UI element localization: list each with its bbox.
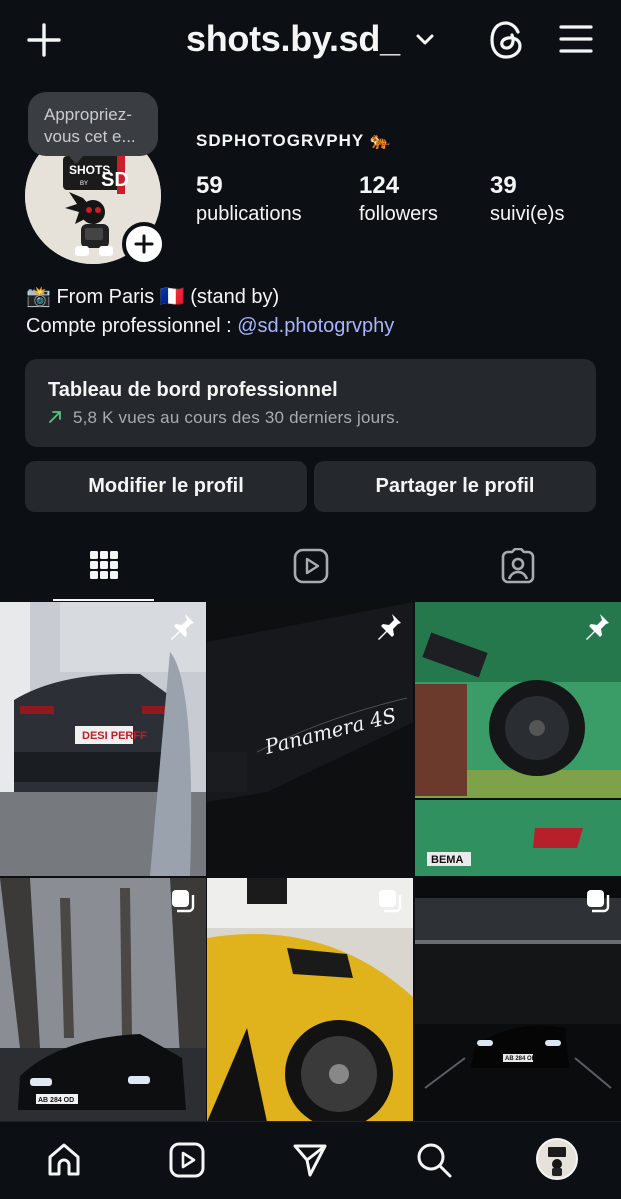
logo-text-sd: SD <box>101 169 129 191</box>
stat-value: 124 <box>359 172 400 199</box>
stat-label: publications <box>196 203 302 225</box>
bio-link[interactable]: @sd.photogrvphy <box>237 315 394 337</box>
carousel-icon <box>170 888 196 919</box>
grid-post[interactable] <box>207 878 413 1122</box>
direct-icon[interactable] <box>290 1140 330 1180</box>
stat-value: 59 <box>196 172 223 199</box>
bio-line-1: 📸 From Paris 🇫🇷 (stand by) <box>26 286 280 308</box>
add-story-button[interactable] <box>122 222 166 266</box>
bottom-navigation <box>0 1121 621 1199</box>
profile-tabs <box>0 544 621 601</box>
home-icon[interactable] <box>44 1140 84 1180</box>
license-plate: AB 284 OD <box>505 1056 537 1062</box>
edit-profile-button[interactable]: Modifier le profil <box>25 461 307 512</box>
tab-grid[interactable] <box>0 544 207 601</box>
tooltip-line-1: Appropriez- <box>44 105 132 124</box>
tab-reels[interactable] <box>207 544 414 601</box>
stat-label: suivi(e)s <box>490 203 565 225</box>
tooltip-line-2: vous cet e... <box>44 127 136 146</box>
arrow-up-right-icon <box>48 408 67 427</box>
chevron-down-icon[interactable] <box>414 30 436 48</box>
professional-dashboard-card[interactable]: Tableau de bord professionnel 5,8 K vues… <box>25 359 596 447</box>
grid-icon <box>89 551 118 579</box>
pin-icon <box>583 612 611 645</box>
license-plate: BEMA <box>431 854 463 866</box>
pin-icon <box>168 612 196 645</box>
grid-post[interactable]: AB 284 OD <box>0 878 206 1122</box>
dashboard-subtitle: 5,8 K vues au cours des 30 derniers jour… <box>48 408 596 428</box>
reels-icon[interactable] <box>167 1140 207 1180</box>
top-bar: shots.by.sd_ <box>0 0 621 84</box>
reels-icon <box>293 548 328 584</box>
stat-label: followers <box>359 203 438 225</box>
grid-post[interactable]: AB 284 OD <box>415 878 621 1122</box>
profile-avatar[interactable] <box>536 1138 578 1180</box>
stat-followers[interactable]: 124 followers <box>359 172 438 227</box>
bio-line-2: Compte professionnel : @sd.photogrvphy <box>26 312 394 341</box>
grid-post[interactable]: BEMA <box>415 602 621 876</box>
active-tab-indicator <box>53 599 154 601</box>
tagged-icon <box>501 548 534 584</box>
carousel-icon <box>377 888 403 919</box>
plus-icon[interactable] <box>26 22 62 58</box>
note-tooltip[interactable]: Appropriez- vous cet e... <box>28 92 158 164</box>
plus-icon <box>134 234 154 254</box>
pin-icon <box>375 612 403 645</box>
carousel-icon <box>585 888 611 919</box>
license-plate: DESI PERFF <box>82 730 147 742</box>
search-icon[interactable] <box>414 1140 454 1180</box>
display-name: SDPHOTOGRVPHY 🐅 <box>196 131 392 150</box>
menu-icon[interactable] <box>558 23 594 55</box>
dashboard-views: 5,8 K vues au cours des 30 derniers jour… <box>72 408 400 427</box>
stat-publications[interactable]: 59 publications <box>196 172 302 227</box>
stat-value: 39 <box>490 172 517 199</box>
grid-post[interactable]: Panamera 4S <box>207 602 413 876</box>
threads-icon[interactable] <box>488 20 526 60</box>
grid-post[interactable]: DESI PERFF <box>0 602 206 876</box>
license-plate: AB 284 OD <box>38 1097 74 1104</box>
bio-prefix: Compte professionnel : <box>26 315 238 337</box>
logo-text-by: BY <box>80 181 88 187</box>
dashboard-title: Tableau de bord professionnel <box>48 379 338 401</box>
tab-tagged[interactable] <box>414 544 621 601</box>
stat-following[interactable]: 39 suivi(e)s <box>490 172 564 227</box>
account-username[interactable]: shots.by.sd_ <box>186 18 400 60</box>
share-profile-button[interactable]: Partager le profil <box>314 461 596 512</box>
bio: 📸 From Paris 🇫🇷 (stand by) Compte profes… <box>26 283 394 341</box>
